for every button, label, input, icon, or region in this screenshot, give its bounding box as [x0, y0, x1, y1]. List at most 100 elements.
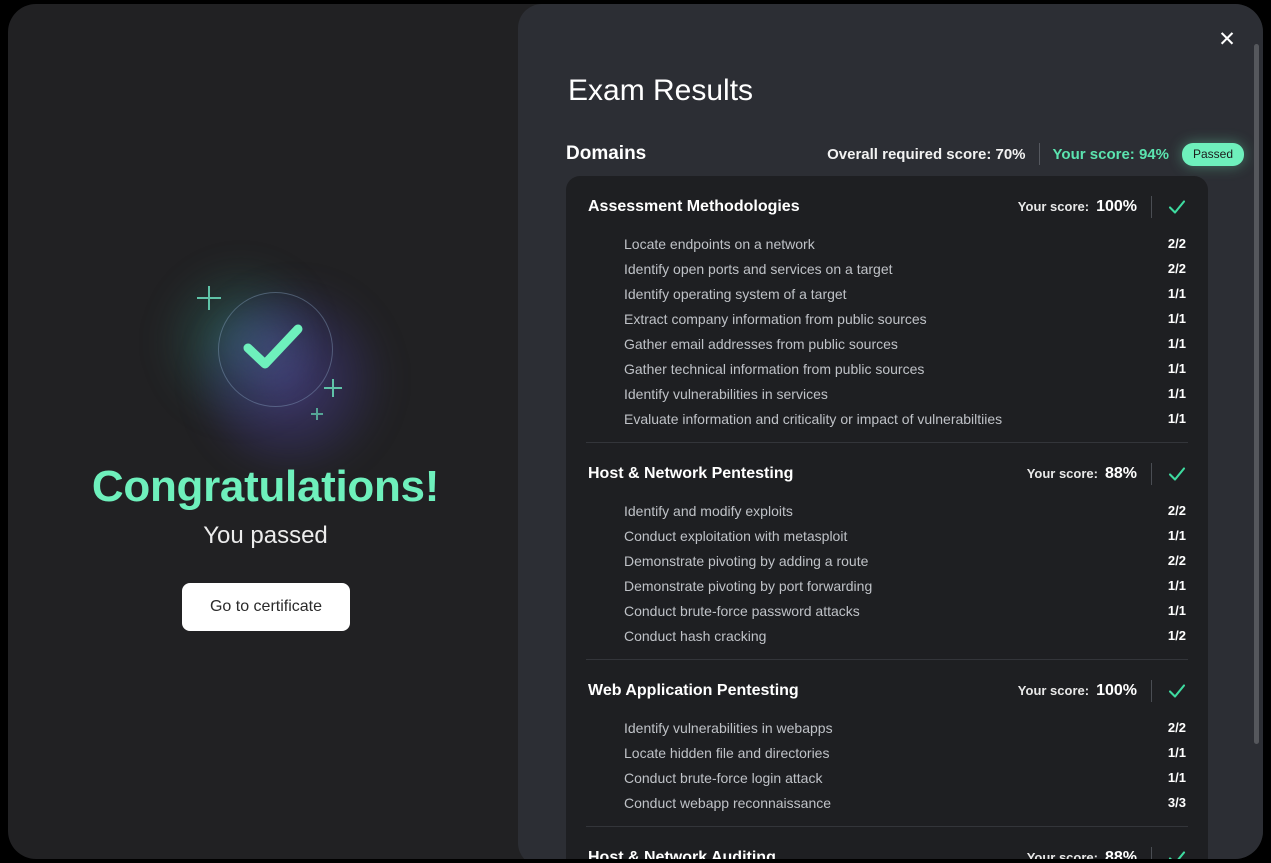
objective-label: Evaluate information and criticality or … [624, 410, 1003, 427]
divider [1151, 195, 1152, 218]
results-modal: Congratulations! You passed Go to certif… [8, 4, 1263, 859]
domain-block: Assessment Methodologies Your score: 100% L… [586, 182, 1188, 431]
objective-score: 1/1 [1167, 336, 1186, 351]
objective-score: 2/2 [1167, 236, 1186, 251]
domains-label: Domains [566, 143, 647, 164]
objective-score: 1/1 [1167, 745, 1186, 760]
objective-label: Conduct brute-force password attacks [624, 602, 860, 619]
objective-score: 1/1 [1167, 386, 1186, 401]
objective-row: Evaluate information and criticality or … [586, 406, 1188, 431]
objective-row: Conduct exploitation with metasploit 1/1 [586, 523, 1188, 548]
objective-score: 1/1 [1167, 770, 1186, 785]
checkmark-icon [243, 324, 303, 369]
objective-score: 2/2 [1167, 720, 1186, 735]
objective-row: Gather email addresses from public sourc… [586, 331, 1188, 356]
close-icon[interactable]: ✕ [1213, 26, 1241, 54]
objective-row: Identify and modify exploits 2/2 [586, 498, 1188, 523]
objective-score: 1/1 [1167, 603, 1186, 618]
domain-header[interactable]: Host & Network Pentesting Your score: 88% [586, 449, 1188, 498]
objective-label: Conduct brute-force login attack [624, 769, 823, 786]
objective-label: Identify vulnerabilities in services [624, 385, 828, 402]
objective-score: 3/3 [1167, 795, 1186, 810]
domain-header[interactable]: Assessment Methodologies Your score: 100% [586, 182, 1188, 231]
objective-label: Locate endpoints on a network [624, 235, 815, 252]
objective-score: 2/2 [1167, 503, 1186, 518]
objective-score: 1/1 [1167, 361, 1186, 376]
divider [1151, 846, 1152, 859]
objective-row: Conduct hash cracking 1/2 [586, 623, 1188, 648]
objective-score: 1/1 [1167, 528, 1186, 543]
domain-name: Host & Network Auditing [588, 848, 776, 860]
scrollbar-track[interactable] [1254, 24, 1263, 846]
objective-row: Locate endpoints on a network 2/2 [586, 231, 1188, 256]
domain-pass-check-icon [1168, 199, 1186, 214]
pass-subtitle: You passed [203, 522, 328, 549]
domain-score-label: Your score: [1017, 683, 1090, 698]
sparkle-plus-icon [197, 286, 221, 310]
objective-row: Conduct brute-force password attacks 1/1 [586, 598, 1188, 623]
congratulations-pane: Congratulations! You passed Go to certif… [8, 4, 523, 859]
objective-score: 2/2 [1167, 261, 1186, 276]
congratulations-heading: Congratulations! [91, 462, 440, 511]
objective-label: Gather technical information from public… [624, 360, 925, 377]
divider [1151, 462, 1152, 485]
sparkle-plus-icon [324, 379, 342, 397]
objective-row: Gather technical information from public… [586, 356, 1188, 381]
objective-row: Extract company information from public … [586, 306, 1188, 331]
divider [1038, 143, 1040, 165]
objective-label: Locate hidden file and directories [624, 744, 830, 761]
domain-pass-check-icon [1168, 683, 1186, 698]
domain-header[interactable]: Web Application Pentesting Your score: 100… [586, 666, 1188, 715]
exam-results-pane: ✕ Exam Results Domains Overall required … [518, 4, 1263, 859]
objective-row: Identify open ports and services on a ta… [586, 256, 1188, 281]
domain-score-label: Your score: [1026, 466, 1098, 481]
objective-row: Identify vulnerabilities in webapps 2/2 [586, 715, 1188, 740]
objective-label: Conduct webapp reconnaissance [624, 794, 832, 811]
scrollbar-thumb[interactable] [1254, 44, 1259, 744]
divider [1151, 679, 1152, 702]
summary-row: Domains Overall required score: 70% Your… [566, 141, 1244, 167]
domain-score-value: 88% [1104, 848, 1137, 860]
objective-score: 1/2 [1167, 628, 1186, 643]
objective-score: 1/1 [1167, 411, 1186, 426]
domain-name: Web Application Pentesting [588, 681, 799, 699]
objective-label: Gather email addresses from public sourc… [624, 335, 898, 352]
domain-pass-check-icon [1168, 466, 1186, 481]
objective-label: Conduct hash cracking [624, 627, 767, 644]
domain-score-value: 100% [1096, 197, 1137, 215]
objective-score: 1/1 [1167, 286, 1186, 301]
objective-score: 1/1 [1167, 578, 1186, 593]
objective-row: Identify vulnerabilities in services 1/1 [586, 381, 1188, 406]
objective-label: Conduct exploitation with metasploit [624, 527, 848, 544]
objective-label: Identify operating system of a target [624, 285, 847, 302]
objective-label: Demonstrate pivoting by adding a route [624, 552, 869, 569]
objective-row: Demonstrate pivoting by port forwarding 1… [586, 573, 1188, 598]
go-to-certificate-button[interactable]: Go to certificate [182, 583, 350, 631]
domain-score-value: 88% [1104, 464, 1137, 482]
domain-header[interactable]: Host & Network Auditing Your score: 88% [586, 833, 1188, 859]
domains-list[interactable]: Assessment Methodologies Your score: 100% L… [566, 176, 1208, 859]
domain-name: Host & Network Pentesting [588, 464, 794, 482]
domain-block: Host & Network AuditingYour score:88%Com… [586, 826, 1188, 859]
domain-block: Host & Network Pentesting Your score: 88% I… [586, 442, 1188, 648]
sparkle-plus-icon [311, 408, 323, 420]
objective-score: 1/1 [1167, 311, 1186, 326]
domain-pass-check-icon [1168, 850, 1186, 859]
objective-label: Extract company information from public … [624, 310, 927, 327]
page-title: Exam Results [568, 74, 754, 107]
objective-row: Conduct webapp reconnaissance 3/3 [586, 790, 1188, 815]
domain-score-label: Your score: [1017, 199, 1090, 214]
status-badge: Passed [1181, 142, 1244, 166]
success-illustration [150, 247, 392, 487]
objective-score: 2/2 [1167, 553, 1186, 568]
objective-label: Identify and modify exploits [624, 502, 793, 519]
objective-row: Identify operating system of a target 1/1 [586, 281, 1188, 306]
objective-label: Demonstrate pivoting by port forwarding [624, 577, 873, 594]
domain-block: Web Application Pentesting Your score: 100… [586, 659, 1188, 815]
objective-row: Demonstrate pivoting by adding a route 2/… [586, 548, 1188, 573]
objective-label: Identify open ports and services on a ta… [624, 260, 893, 277]
domain-score-value: 100% [1096, 681, 1137, 699]
your-score-text: Your score: 94% [1052, 145, 1169, 163]
objective-label: Identify vulnerabilities in webapps [624, 719, 833, 736]
objective-row: Locate hidden file and directories 1/1 [586, 740, 1188, 765]
